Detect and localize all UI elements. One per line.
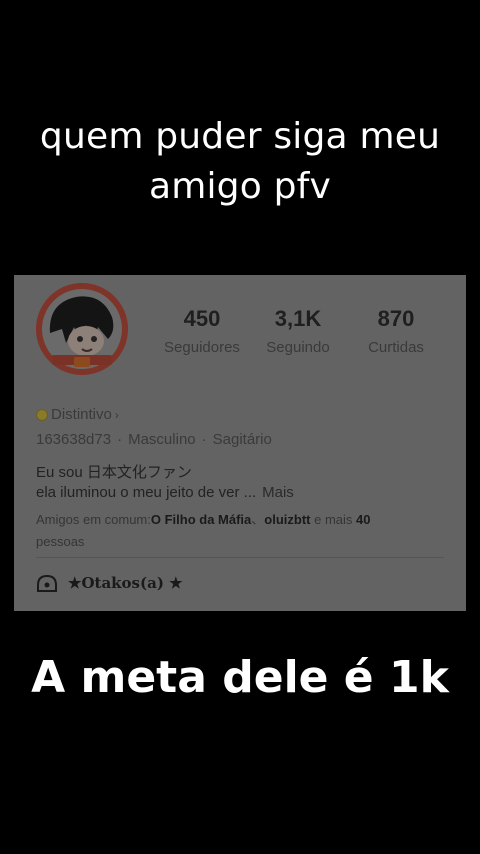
meta-separator: · xyxy=(201,431,207,448)
stat-followers[interactable]: 450 Seguidores xyxy=(152,305,252,359)
meta-separator: · xyxy=(117,431,123,448)
followers-count: 450 xyxy=(183,306,221,331)
group-icon xyxy=(37,574,57,592)
mutual-suffix: pessoas xyxy=(36,534,85,549)
avatar-image xyxy=(36,283,128,375)
top-caption-line1: quem puder siga meu xyxy=(39,116,441,157)
mutual-joiner: 、 xyxy=(251,512,265,527)
bio-line1: Eu sou 日本文化ファン xyxy=(36,464,192,481)
gender: Masculino xyxy=(128,431,196,448)
zodiac-sign: Sagitário xyxy=(212,431,272,448)
badge-label: Distintivo xyxy=(51,406,112,423)
user-id: 163638d73 xyxy=(36,431,112,448)
likes-label: Curtidas xyxy=(368,339,424,356)
group-link[interactable]: ★Otakos(a) ★ xyxy=(36,573,183,593)
divider xyxy=(36,557,444,558)
mutual-friends[interactable]: Amigos em comum:O Filho da Máfia、oluizbt… xyxy=(36,509,446,553)
followers-label: Seguidores xyxy=(164,339,240,356)
following-count: 3,1K xyxy=(274,306,322,331)
mutual-prefix: Amigos em comum: xyxy=(36,512,151,527)
bio-more-link[interactable]: Mais xyxy=(262,484,294,501)
avatar[interactable] xyxy=(36,283,128,375)
bottom-caption: A meta dele é 1k xyxy=(31,652,449,703)
likes-count: 870 xyxy=(377,306,415,331)
mutual-friend-2: oluizbtt xyxy=(264,512,311,527)
mutual-middle: e mais xyxy=(310,512,357,527)
chevron-right-icon: › xyxy=(114,407,119,422)
mutual-friend-1: O Filho da Máfia xyxy=(150,512,252,527)
mutual-count: 40 xyxy=(356,512,371,527)
profile-meta: 163638d73 · Masculino · Sagitário xyxy=(36,431,272,448)
group-name: ★Otakos(a) ★ xyxy=(68,574,183,592)
stat-following[interactable]: 3,1K Seguindo xyxy=(248,305,348,359)
badge-icon xyxy=(36,408,48,421)
bio-line2: ela iluminou o meu jeito de ver ... Mais xyxy=(36,483,294,503)
stat-likes[interactable]: 870 Curtidas xyxy=(346,305,446,359)
bio: Eu sou 日本文化ファン ela iluminou o meu jeito … xyxy=(36,463,294,503)
badge-link[interactable]: Distintivo › xyxy=(36,406,119,423)
profile-card: 450 Seguidores 3,1K Seguindo 870 Curtida… xyxy=(14,275,466,611)
top-caption: quem puder siga meu amigo pfv xyxy=(0,112,480,212)
following-label: Seguindo xyxy=(266,339,330,356)
bio-line2-text: ela iluminou o meu jeito de ver ... xyxy=(36,484,257,501)
top-caption-line2: amigo pfv xyxy=(148,166,332,207)
